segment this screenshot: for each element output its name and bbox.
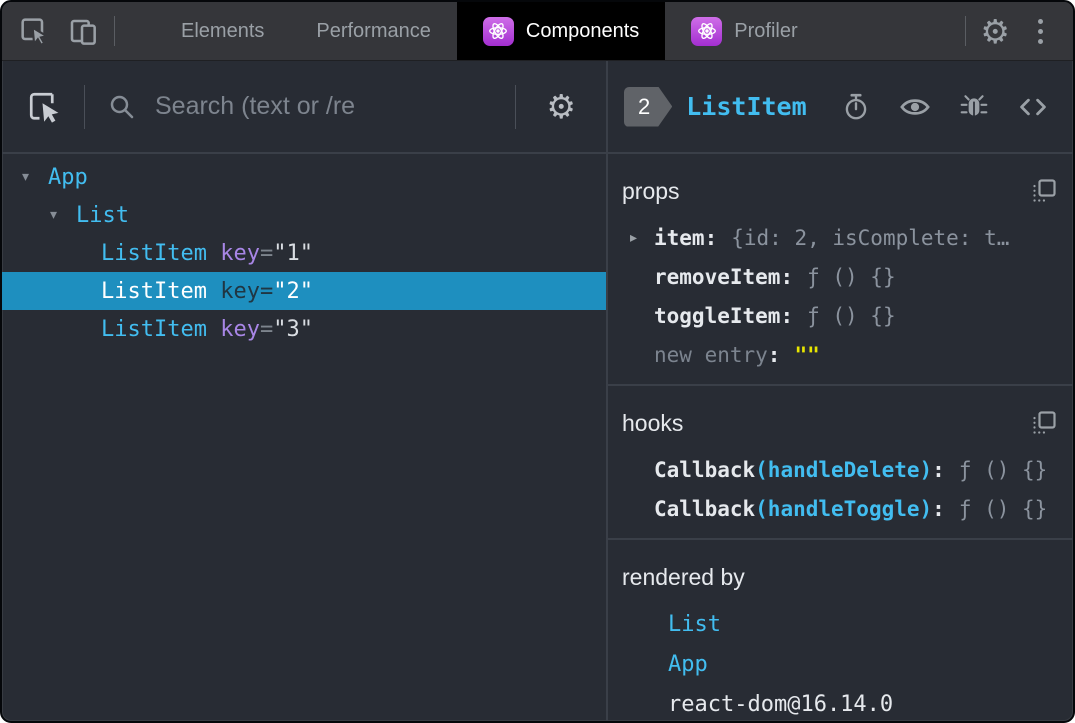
view-source-code-icon[interactable]	[1017, 91, 1049, 123]
component-name: List	[76, 202, 129, 228]
tree-row-listitem-3[interactable]: ListItem key = "3"	[2, 310, 606, 348]
rendered-by-section: rendered by List App react-dom@16.14.0	[608, 540, 1073, 721]
tree-row-listitem-2-selected[interactable]: ListItem key = "2"	[2, 272, 606, 310]
props-section-title: props	[622, 177, 680, 204]
collapse-arrow-icon[interactable]: ▾	[50, 207, 76, 223]
tree-row-listitem-1[interactable]: ListItem key = "1"	[2, 234, 606, 272]
select-component-icon[interactable]	[26, 89, 62, 125]
copy-hooks-icon[interactable]	[1031, 410, 1057, 436]
tab-components-label: Components	[525, 19, 640, 42]
suspend-timer-icon[interactable]	[841, 92, 871, 122]
tabbar-separator	[114, 16, 115, 46]
component-name: ListItem	[101, 278, 207, 304]
key-value: "3"	[273, 316, 313, 342]
hook-value: ƒ () {}	[958, 496, 1048, 521]
tree-settings-gear-icon[interactable]: ⚙	[538, 90, 606, 123]
tree-toolbar: ⚙	[2, 61, 606, 154]
hooks-section-title: hooks	[622, 409, 684, 436]
key-value: "2"	[273, 278, 313, 304]
settings-gear-icon[interactable]: ⚙	[980, 15, 1010, 48]
key-attr: key	[220, 316, 260, 342]
devtools-main: ⚙ ▾ App ▾ List ListItem key="1" ListItem…	[2, 61, 1073, 721]
key-attr: key	[220, 278, 260, 304]
prop-value-empty-string: ""	[794, 342, 820, 367]
hook-row-handletoggle[interactable]: Callback (handleToggle): ƒ () {}	[618, 489, 1063, 528]
prop-row-toggleitem[interactable]: toggleItem: ƒ () {}	[618, 296, 1063, 335]
inspect-element-icon[interactable]	[18, 15, 50, 47]
device-toolbar-icon[interactable]	[68, 15, 100, 47]
devtools-window: Elements Performance Components Profiler…	[0, 0, 1075, 723]
tab-components[interactable]: Components	[456, 2, 666, 60]
devtools-tab-bar: Elements Performance Components Profiler…	[2, 2, 1073, 61]
inspect-dom-eye-icon[interactable]	[899, 91, 931, 123]
expand-arrow-icon[interactable]: ▸	[630, 230, 654, 246]
tab-performance-label: Performance	[316, 19, 431, 42]
hook-row-handledelete[interactable]: Callback (handleDelete): ƒ () {}	[618, 450, 1063, 489]
tabbar-separator	[965, 16, 967, 46]
prop-value: ƒ () {}	[807, 303, 896, 328]
hook-name: (handleDelete)	[755, 457, 933, 482]
selected-component-name: ListItem	[686, 92, 807, 121]
collapse-arrow-icon[interactable]: ▾	[22, 169, 48, 185]
react-logo-icon	[482, 16, 514, 46]
toolbar-separator	[84, 84, 85, 129]
log-to-console-bug-icon[interactable]	[959, 92, 989, 122]
props-section: props ▸ item: {id: 2, isComplete: t… rem…	[608, 154, 1073, 386]
component-details-panel: 2 ListItem props ▸ item: {id: 2, isComp…	[608, 61, 1073, 721]
tab-elements[interactable]: Elements	[155, 2, 290, 60]
rendered-by-app-link[interactable]: App	[618, 644, 1063, 684]
rendered-by-react-dom-version: react-dom@16.14.0	[668, 691, 894, 717]
component-tree: ▾ App ▾ List ListItem key = "1" ListItem k…	[2, 154, 606, 721]
key-attr: key	[220, 240, 260, 266]
prop-value: {id: 2, isComplete: t…	[731, 225, 1010, 250]
tab-profiler[interactable]: Profiler	[665, 2, 823, 60]
components-tree-panel: ⚙ ▾ App ▾ List ListItem key="1" ListItem…	[2, 61, 606, 721]
react-logo-icon	[691, 16, 723, 46]
prop-row-new-entry[interactable]: new entry: ""	[618, 335, 1063, 374]
rendered-by-title: rendered by	[622, 563, 745, 590]
toolbar-separator	[515, 84, 517, 129]
key-value: "1"	[273, 240, 313, 266]
tree-row-app[interactable]: ▾ App	[2, 158, 606, 196]
tab-elements-label: Elements	[181, 19, 265, 42]
owners-count-badge[interactable]: 2	[624, 87, 672, 127]
component-name: ListItem	[101, 316, 207, 342]
hook-value: ƒ () {}	[958, 457, 1048, 482]
search-input[interactable]	[153, 91, 494, 122]
component-name: ListItem	[101, 240, 207, 266]
hook-name: (handleToggle)	[755, 496, 933, 521]
tab-performance[interactable]: Performance	[290, 2, 457, 60]
rendered-by-list-link[interactable]: List	[618, 604, 1063, 644]
prop-row-item[interactable]: ▸ item: {id: 2, isComplete: t…	[618, 218, 1063, 257]
copy-props-icon[interactable]	[1031, 178, 1057, 204]
more-options-icon[interactable]	[1028, 13, 1053, 50]
search-icon	[107, 92, 137, 122]
prop-value: ƒ () {}	[807, 264, 896, 289]
tab-profiler-label: Profiler	[734, 19, 798, 42]
tree-row-list[interactable]: ▾ List	[2, 196, 606, 234]
prop-row-removeitem[interactable]: removeItem: ƒ () {}	[618, 257, 1063, 296]
hooks-section: hooks Callback (handleDelete): ƒ () {} C…	[608, 386, 1073, 540]
details-header: 2 ListItem	[608, 61, 1073, 154]
component-name: App	[48, 164, 88, 190]
